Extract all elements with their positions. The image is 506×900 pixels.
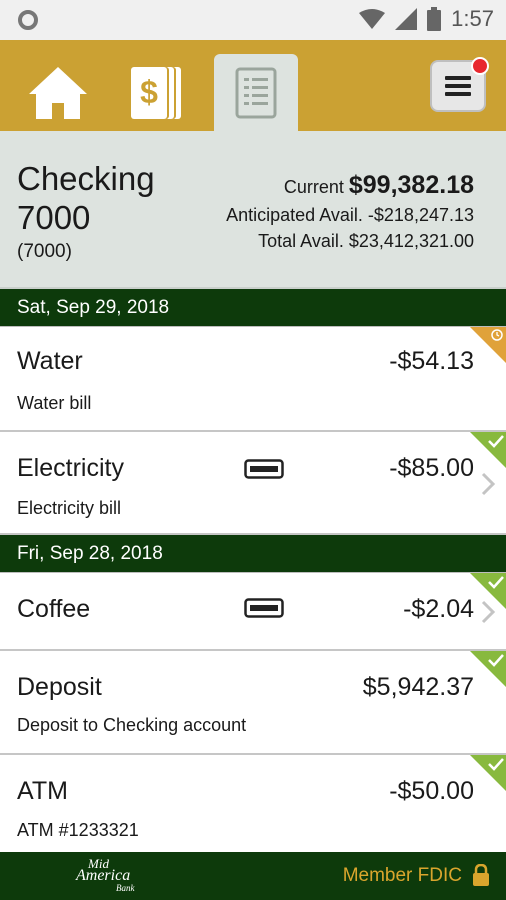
transaction-title: Electricity [17, 454, 124, 482]
menu-button[interactable] [430, 57, 489, 112]
tab-transactions[interactable] [214, 54, 298, 131]
total-balance-value: $23,412,321.00 [348, 231, 474, 251]
transaction-row[interactable]: Water -$54.13 Water bill [0, 327, 506, 432]
total-balance: Total Avail. $23,412,321.00 [258, 231, 474, 252]
transaction-description: Deposit to Checking account [17, 715, 247, 735]
transaction-amount: -$85.00 [389, 454, 474, 482]
chevron-right-icon [481, 472, 496, 496]
checkmark-icon [488, 654, 504, 667]
svg-text:$: $ [140, 74, 158, 110]
card-icon [244, 459, 284, 479]
home-icon [29, 66, 87, 119]
transaction-title: ATM [17, 777, 68, 805]
tab-home[interactable] [16, 54, 100, 131]
transaction-row[interactable]: ATM -$50.00 ATM #1233321 [0, 755, 506, 856]
clock-icon [491, 329, 503, 341]
transaction-title: Coffee [17, 595, 91, 623]
checkmark-icon [488, 576, 504, 589]
notification-dot-icon [18, 10, 38, 30]
hamburger-menu-icon [445, 76, 471, 96]
transaction-title: Deposit [17, 673, 102, 701]
transaction-amount: -$50.00 [389, 777, 474, 805]
current-balance-value: $99,382.18 [348, 171, 474, 199]
transaction-title: Water [17, 347, 83, 375]
signal-icon [395, 8, 418, 30]
transaction-description: Water bill [17, 393, 92, 413]
status-bar: 1:57 [0, 0, 506, 40]
transaction-amount: $5,942.37 [362, 673, 474, 701]
tab-transfers[interactable]: $ [115, 54, 199, 131]
total-balance-label: Total Avail. [258, 231, 344, 251]
transaction-description: Electricity bill [17, 498, 122, 518]
checkmark-icon [488, 758, 504, 771]
date-header: Fri, Sep 28, 2018 [0, 535, 506, 573]
date-header: Sat, Sep 29, 2018 [0, 289, 506, 327]
account-summary: Checking 7000 (7000) Current $99,382.18 … [0, 131, 506, 289]
transaction-row[interactable]: Deposit $5,942.37 Deposit to Checking ac… [0, 651, 506, 755]
anticipated-balance-value: -$218,247.13 [367, 205, 474, 225]
document-icon [235, 67, 277, 118]
dollar-cards-icon: $ [131, 66, 181, 119]
footer: Mid America Bank Member FDIC [0, 852, 506, 900]
current-balance-label: Current [283, 177, 344, 197]
bank-logo: Mid America Bank [76, 856, 135, 893]
top-nav: $ [0, 40, 506, 131]
account-number: (7000) [17, 241, 72, 262]
transaction-amount: -$54.13 [389, 347, 474, 375]
anticipated-balance: Anticipated Avail. -$218,247.13 [226, 205, 474, 226]
current-balance: Current $99,382.18 [284, 171, 474, 200]
member-fdic-label: Member FDIC [342, 865, 462, 886]
lock-icon [473, 864, 489, 886]
status-time: 1:57 [451, 6, 494, 31]
card-icon [244, 598, 284, 618]
notification-badge [471, 57, 489, 75]
anticipated-balance-label: Anticipated Avail. [226, 205, 363, 225]
checkmark-icon [488, 435, 504, 448]
transaction-description: ATM #1233321 [17, 820, 139, 840]
transaction-row[interactable]: Electricity -$85.00 Electricity bill [0, 432, 506, 535]
wifi-icon [359, 9, 386, 29]
battery-icon [427, 7, 442, 31]
account-name: Checking 7000 [17, 160, 155, 236]
transaction-amount: -$2.04 [403, 595, 474, 623]
transaction-row[interactable]: Coffee -$2.04 [0, 573, 506, 651]
